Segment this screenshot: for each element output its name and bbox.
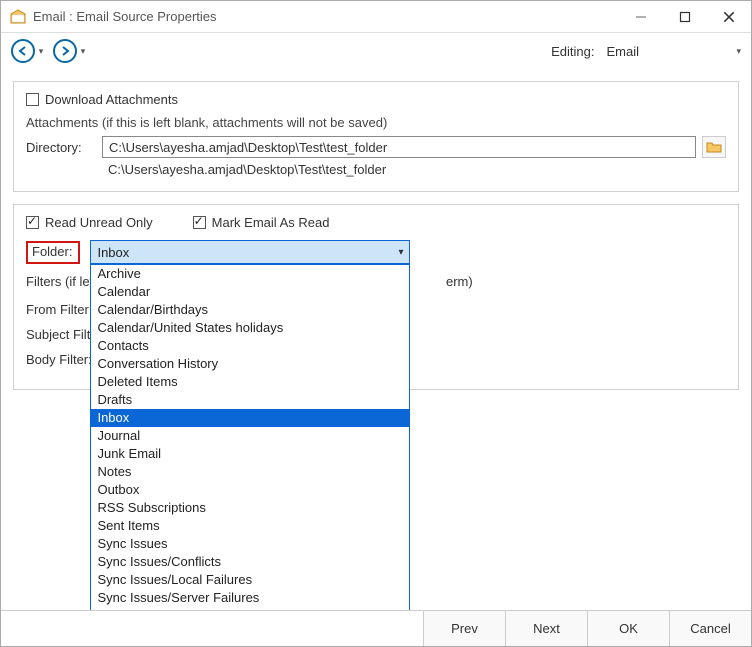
folder-label: Folder: (26, 241, 80, 264)
folder-option[interactable]: Contacts (91, 337, 409, 355)
folder-option[interactable]: Conversation History (91, 355, 409, 373)
folder-option[interactable]: Calendar/Birthdays (91, 301, 409, 319)
content-area: Download Attachments Attachments (if thi… (1, 69, 751, 610)
folder-option[interactable]: Sync Issues (91, 535, 409, 553)
options-group: Read Unread Only Mark Email As Read Fold… (13, 204, 739, 390)
directory-input[interactable] (102, 136, 696, 158)
folder-option[interactable]: Archive (91, 265, 409, 283)
folder-option[interactable]: Inbox (91, 409, 409, 427)
back-button[interactable] (11, 39, 35, 63)
editing-caret-icon[interactable]: ▾ (736, 46, 741, 57)
folder-option[interactable]: Sync Issues/Conflicts (91, 553, 409, 571)
dialog-window: Email : Email Source Properties ▾ ▾ Edit… (0, 0, 752, 647)
maximize-button[interactable] (663, 1, 707, 33)
folder-option[interactable]: Sync Issues/Server Failures (91, 589, 409, 607)
navbar: ▾ ▾ Editing: Email ▾ (1, 33, 751, 69)
folder-combobox[interactable]: Inbox ▾ (90, 240, 410, 264)
folder-option[interactable]: Calendar/United States holidays (91, 319, 409, 337)
folder-option[interactable]: Junk Email (91, 445, 409, 463)
folder-option[interactable]: Deleted Items (91, 373, 409, 391)
forward-button[interactable] (53, 39, 77, 63)
cancel-button[interactable]: Cancel (669, 611, 751, 646)
folder-option[interactable]: Notes (91, 463, 409, 481)
minimize-button[interactable] (619, 1, 663, 33)
directory-label: Directory: (26, 140, 96, 155)
filters-label-suffix: erm) (446, 274, 473, 289)
browse-folder-button[interactable] (702, 136, 726, 158)
directory-echo: C:\Users\ayesha.amjad\Desktop\Test\test_… (102, 160, 726, 179)
folder-dropdown[interactable]: ArchiveCalendarCalendar/BirthdaysCalenda… (90, 264, 410, 610)
folder-option[interactable]: Journal (91, 427, 409, 445)
close-button[interactable] (707, 1, 751, 33)
folder-option[interactable]: Sync Issues/Local Failures (91, 571, 409, 589)
folder-selected-text: Inbox (97, 245, 398, 260)
folder-option[interactable]: Drafts (91, 391, 409, 409)
read-unread-only-label: Read Unread Only (45, 215, 153, 230)
folder-option[interactable]: Outbox (91, 481, 409, 499)
attachments-fieldset-label: Attachments (if this is left blank, atta… (26, 115, 726, 130)
download-attachments-checkbox[interactable] (26, 93, 39, 106)
mark-email-read-checkbox[interactable] (193, 216, 206, 229)
mark-email-read-label: Mark Email As Read (212, 215, 330, 230)
editing-dropdown[interactable]: Email (602, 42, 732, 61)
editing-label: Editing: (551, 44, 594, 59)
ok-button[interactable]: OK (587, 611, 669, 646)
chevron-down-icon: ▾ (398, 247, 403, 258)
attachments-group: Download Attachments Attachments (if thi… (13, 81, 739, 192)
titlebar: Email : Email Source Properties (1, 1, 751, 33)
next-button[interactable]: Next (505, 611, 587, 646)
back-menu-caret[interactable]: ▾ (37, 46, 45, 57)
folder-option[interactable]: RSS Subscriptions (91, 499, 409, 517)
email-icon (9, 8, 27, 26)
folder-option[interactable]: Sent Items (91, 517, 409, 535)
folder-option[interactable]: Tasks (91, 607, 409, 610)
folder-option[interactable]: Calendar (91, 283, 409, 301)
read-unread-only-checkbox[interactable] (26, 216, 39, 229)
button-bar: Prev Next OK Cancel (1, 610, 751, 646)
forward-menu-caret[interactable]: ▾ (79, 46, 87, 57)
window-title: Email : Email Source Properties (33, 9, 619, 24)
prev-button[interactable]: Prev (423, 611, 505, 646)
download-attachments-label: Download Attachments (45, 92, 178, 107)
